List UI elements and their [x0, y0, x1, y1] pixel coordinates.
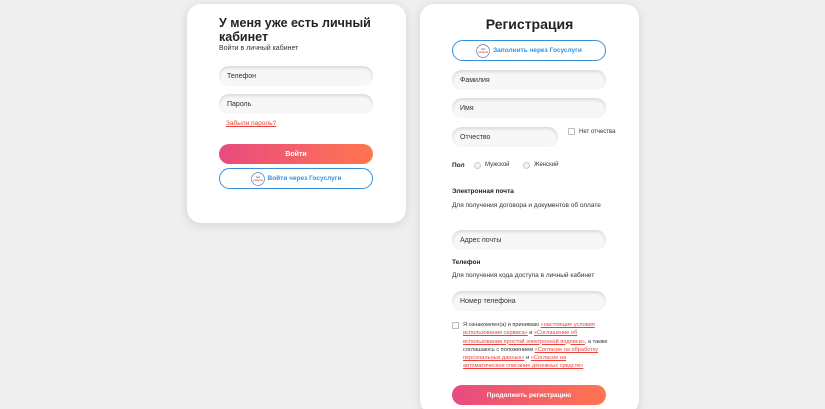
middlename-input[interactable]: Отчество [452, 127, 558, 147]
gosuslugi-logo-icon: гос услуги [250, 171, 265, 186]
no-middlename-checkbox[interactable] [568, 128, 575, 135]
login-subtitle: Войти в личный кабинет [219, 45, 299, 52]
login-title: У меня уже есть личный кабинет [219, 16, 371, 44]
email-placeholder: Адрес почты [460, 236, 502, 244]
gender-female-label: Женский [534, 162, 559, 168]
phone-heading: Телефон [452, 259, 481, 266]
gender-label: Пол [452, 162, 465, 169]
firstname-placeholder: Имя [460, 104, 474, 112]
gosuslugi-logo-icon: гос услуги [476, 43, 490, 58]
login-password-input[interactable]: Пароль [219, 94, 373, 114]
svg-text:услуги: услуги [253, 178, 263, 182]
login-phone-input[interactable]: Телефон [219, 66, 373, 86]
email-hint: Для получения договора и документов об о… [452, 202, 601, 209]
register-gosuslugi-button[interactable]: гос услуги Заполнить через Госуслуги [452, 40, 606, 61]
login-phone-placeholder: Телефон [227, 72, 257, 80]
email-heading: Электронная почта [452, 188, 514, 195]
consent-text: Я ознакомлен(а) и принимаю «настоящие ус… [463, 321, 609, 371]
phone-input[interactable]: Номер телефона [452, 291, 606, 311]
login-button[interactable]: Войти [219, 144, 373, 164]
phone-hint: Для получения кода доступа в личный каби… [452, 272, 595, 279]
registration-title: Регистрация [485, 16, 574, 32]
middlename-placeholder: Отчество [460, 133, 491, 141]
forgot-password-link[interactable]: Забыли пароль? [226, 120, 276, 127]
svg-text:услуги: услуги [478, 50, 488, 54]
no-middlename-label: Нет отчества [579, 129, 616, 135]
login-password-placeholder: Пароль [227, 100, 252, 108]
firstname-input[interactable]: Имя [452, 98, 606, 118]
consent-checkbox[interactable] [452, 322, 459, 329]
gender-male-radio[interactable] [474, 162, 481, 169]
registration-card: Регистрация гос услуги Заполнить через Г… [420, 4, 639, 409]
login-gosuslugi-button[interactable]: гос услуги Войти через Госуслуги [219, 168, 373, 189]
lastname-placeholder: Фамилия [460, 76, 490, 84]
login-gosuslugi-label: Войти через Госуслуги [267, 175, 342, 182]
continue-registration-button[interactable]: Продолжить регистрацию [452, 385, 606, 405]
gender-female-radio[interactable] [523, 162, 530, 169]
phone-placeholder: Номер телефона [460, 297, 516, 305]
login-card: У меня уже есть личный кабинет Войти в л… [187, 4, 406, 223]
email-input[interactable]: Адрес почты [452, 230, 606, 250]
consent-text-1: Я ознакомлен(а) и принимаю [463, 322, 541, 328]
register-gosuslugi-label: Заполнить через Госуслуги [493, 47, 582, 54]
gender-male-label: Мужской [485, 162, 510, 168]
lastname-input[interactable]: Фамилия [452, 70, 606, 90]
